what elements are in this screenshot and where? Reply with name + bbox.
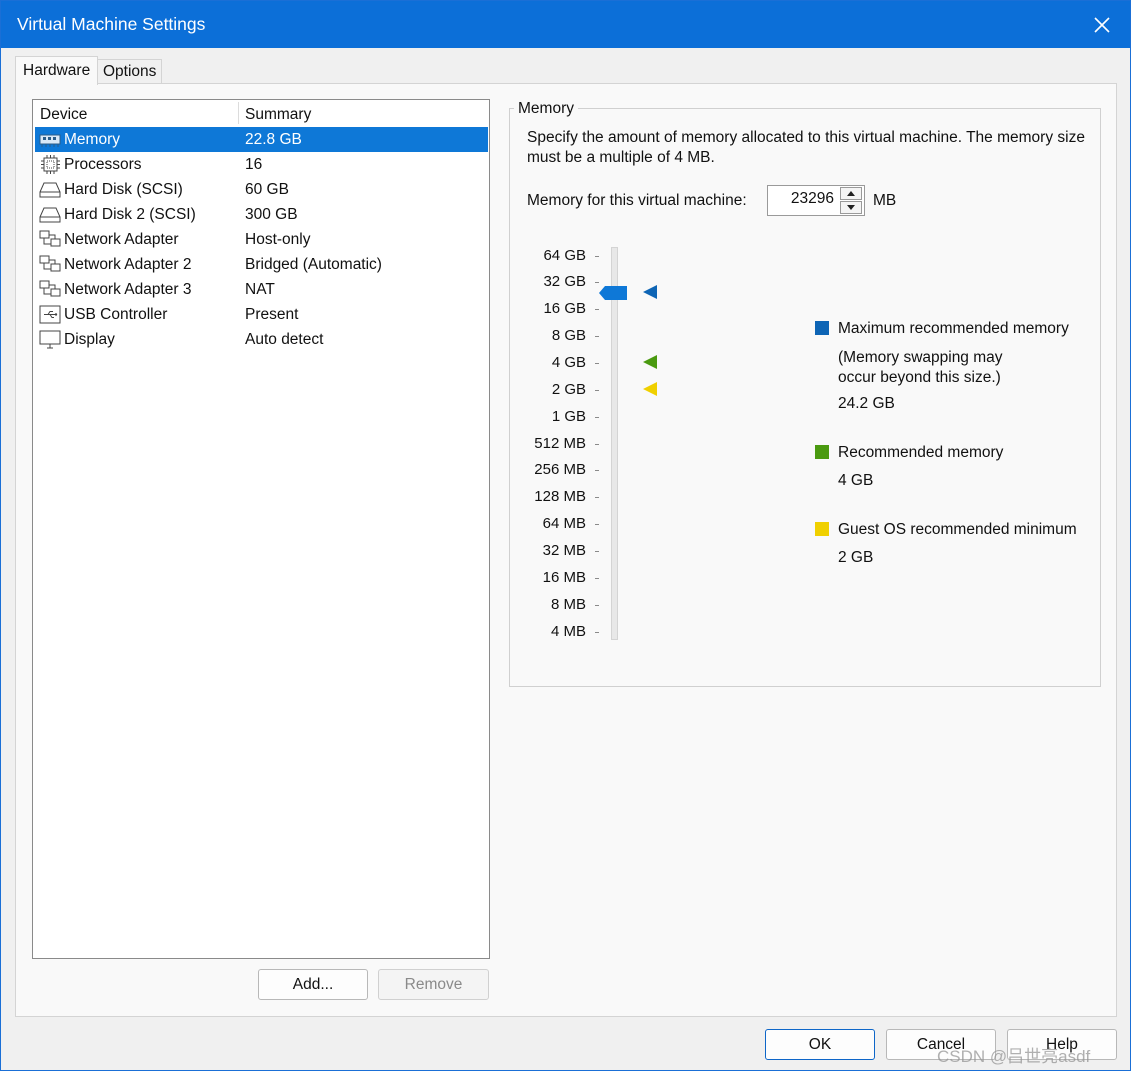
memory-icon xyxy=(39,134,61,147)
network-adapter-icon xyxy=(39,255,61,272)
scale-label: 32 MB xyxy=(542,542,586,559)
watermark: CSDN @吕世亮asdf xyxy=(937,1047,1091,1066)
memory-spinbox[interactable]: 23296 xyxy=(767,185,865,216)
close-button[interactable] xyxy=(1082,7,1122,43)
usb-icon xyxy=(39,305,61,324)
device-name: Network Adapter xyxy=(64,231,179,248)
minimum-legend-icon xyxy=(815,522,829,536)
recommended-marker-icon xyxy=(643,355,657,369)
device-name: Processors xyxy=(64,156,142,173)
device-row-memory[interactable]: Memory 22.8 GB xyxy=(35,127,488,152)
device-row-hard-disk[interactable]: Hard Disk (SCSI) 60 GB xyxy=(35,177,488,202)
device-summary: Present xyxy=(245,306,299,323)
recommended-value: 4 GB xyxy=(838,472,874,489)
device-row-hard-disk-2[interactable]: Hard Disk 2 (SCSI) 300 GB xyxy=(35,202,488,227)
column-header-device[interactable]: Device xyxy=(40,106,87,124)
memory-value[interactable]: 23296 xyxy=(791,190,834,208)
scale-label: 2 GB xyxy=(551,381,586,398)
arrow-down-icon xyxy=(847,205,855,210)
device-summary: 300 GB xyxy=(245,206,298,223)
scale-label: 128 MB xyxy=(534,488,586,505)
device-row-network-adapter[interactable]: Network Adapter Host-only xyxy=(35,227,488,252)
device-name: Hard Disk 2 (SCSI) xyxy=(64,206,196,223)
max-recommended-label: Maximum recommended memory xyxy=(838,320,1069,337)
scale-label: 512 MB xyxy=(534,435,586,452)
device-summary: Auto detect xyxy=(245,331,324,348)
scale-label: 64 GB xyxy=(543,247,586,264)
device-list-header: Device Summary xyxy=(33,100,489,126)
device-name: USB Controller xyxy=(64,306,168,323)
window-title: Virtual Machine Settings xyxy=(17,14,206,34)
processor-icon xyxy=(41,155,60,174)
tab-hardware[interactable]: Hardware xyxy=(15,56,99,85)
device-name: Display xyxy=(64,331,115,348)
device-row-processors[interactable]: Processors 16 xyxy=(35,152,488,177)
memory-group-title: Memory xyxy=(514,100,578,118)
title-bar: Virtual Machine Settings xyxy=(1,1,1130,48)
scale-label: 256 MB xyxy=(534,461,586,478)
scale-label: 16 MB xyxy=(542,569,586,586)
scale-label: 64 MB xyxy=(542,515,586,532)
memory-slider-track[interactable] xyxy=(611,247,618,640)
device-name: Hard Disk (SCSI) xyxy=(64,181,183,198)
max-recommended-note: (Memory swapping may occur beyond this s… xyxy=(838,349,1003,386)
device-name: Network Adapter 2 xyxy=(64,256,192,273)
scale-label: 8 GB xyxy=(551,327,586,344)
recommended-label: Recommended memory xyxy=(838,444,1004,461)
display-icon xyxy=(39,330,61,349)
network-adapter-icon xyxy=(39,230,61,247)
vm-settings-window: Virtual Machine Settings Hardware Option… xyxy=(0,0,1131,1071)
max-recommended-marker-icon xyxy=(643,285,657,299)
recommended-legend-icon xyxy=(815,445,829,459)
device-row-network-adapter-2[interactable]: Network Adapter 2 Bridged (Automatic) xyxy=(35,252,488,277)
hard-disk-icon xyxy=(39,182,61,198)
memory-slider-thumb[interactable] xyxy=(599,285,627,301)
device-name: Memory xyxy=(64,131,120,148)
arrow-up-icon xyxy=(847,191,855,196)
network-adapter-icon xyxy=(39,280,61,297)
device-name: Network Adapter 3 xyxy=(64,281,192,298)
spin-up-button[interactable] xyxy=(840,187,862,200)
scale-label: 8 MB xyxy=(550,596,586,613)
memory-unit-label: MB xyxy=(873,192,897,209)
scale-label: 4 MB xyxy=(550,623,586,640)
scale-label: 1 GB xyxy=(551,408,586,425)
device-summary: 60 GB xyxy=(245,181,289,198)
scale-label: 4 GB xyxy=(551,354,586,371)
device-summary: 16 xyxy=(245,156,263,173)
device-summary: Bridged (Automatic) xyxy=(245,256,382,273)
device-summary: 22.8 GB xyxy=(245,131,302,148)
column-header-summary[interactable]: Summary xyxy=(245,106,311,124)
minimum-label: Guest OS recommended minimum xyxy=(838,521,1077,538)
max-recommended-value: 24.2 GB xyxy=(838,395,895,412)
memory-description: Specify the amount of memory allocated t… xyxy=(527,129,1085,166)
device-summary: NAT xyxy=(245,281,275,298)
spin-down-button[interactable] xyxy=(840,201,862,214)
minimum-value: 2 GB xyxy=(838,549,874,566)
hard-disk-icon xyxy=(39,207,61,223)
memory-field-label: Memory for this virtual machine: xyxy=(527,192,747,209)
minimum-marker-icon xyxy=(643,382,657,396)
close-icon xyxy=(1094,17,1110,33)
device-row-display[interactable]: Display Auto detect xyxy=(35,327,488,352)
device-summary: Host-only xyxy=(245,231,311,248)
device-list[interactable]: Device Summary Memory 22.8 GB Processors… xyxy=(32,99,490,959)
remove-device-button[interactable]: Remove xyxy=(378,969,489,1000)
device-row-usb-controller[interactable]: USB Controller Present xyxy=(35,302,488,327)
max-recommended-legend-icon xyxy=(815,321,829,335)
add-device-button[interactable]: Add... xyxy=(258,969,368,1000)
tab-options[interactable]: Options xyxy=(98,59,163,84)
scale-label: 16 GB xyxy=(543,300,586,317)
scale-label: 32 GB xyxy=(543,273,586,290)
device-row-network-adapter-3[interactable]: Network Adapter 3 NAT xyxy=(35,277,488,302)
ok-button[interactable]: OK xyxy=(765,1029,875,1060)
